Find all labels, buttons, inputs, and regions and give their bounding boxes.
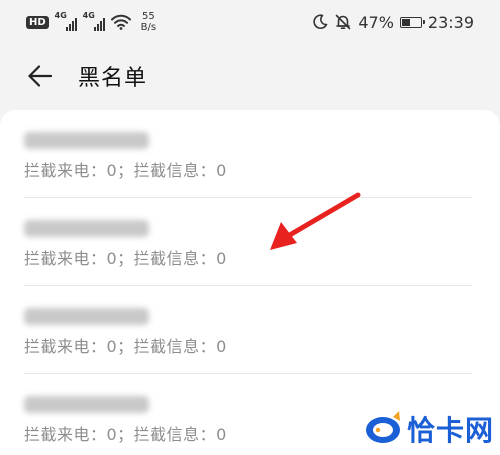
blurred-phone-number — [24, 220, 149, 237]
hd-label: HD — [29, 16, 46, 28]
blurred-phone-number — [24, 308, 149, 325]
bell-off-icon — [336, 14, 351, 30]
watermark-logo-icon — [365, 411, 400, 443]
block-stats: 拦截来电：0；拦截信息：0 — [24, 249, 227, 268]
status-bar: HD 4G 4G 55 B/s 47% 23:39 — [0, 0, 500, 44]
wifi-icon — [110, 14, 131, 30]
blurred-phone-number — [24, 396, 149, 413]
app-header: 黑名单 — [0, 44, 500, 108]
blacklist-item[interactable]: 拦截来电：0；拦截信息：0 — [0, 198, 500, 286]
battery-percent: 47% — [358, 12, 394, 32]
status-right: 47% 23:39 — [312, 13, 474, 32]
hd-icon: HD — [26, 15, 49, 29]
watermark: 恰卡网 — [363, 409, 494, 449]
speed-value: 55 — [142, 11, 155, 22]
signal-icon: 4G — [83, 12, 105, 31]
signal-icon: 4G — [55, 12, 77, 31]
block-stats: 拦截来电：0；拦截信息：0 — [24, 161, 227, 180]
blurred-phone-number — [24, 132, 149, 149]
clock: 23:39 — [427, 12, 474, 32]
status-left: HD 4G 4G 55 B/s — [26, 11, 156, 33]
watermark-text: 恰卡网 — [406, 414, 494, 447]
blacklist-item[interactable]: 拦截来电：0；拦截信息：0 — [0, 286, 500, 374]
battery-icon — [399, 16, 425, 28]
back-button[interactable] — [24, 60, 56, 92]
page-title: 黑名单 — [78, 66, 148, 91]
blacklist-item[interactable]: 拦截来电：0；拦截信息：0 — [0, 110, 500, 198]
speed-unit: B/s — [140, 22, 157, 33]
moon-icon — [313, 14, 328, 29]
blacklist-card: 拦截来电：0；拦截信息：0 拦截来电：0；拦截信息：0 拦截来电：0；拦截信息：… — [0, 110, 500, 455]
block-stats: 拦截来电：0；拦截信息：0 — [24, 337, 227, 356]
network-speed: 55 B/s — [141, 11, 156, 33]
block-stats: 拦截来电：0；拦截信息：0 — [24, 425, 227, 444]
arrow-left-icon — [28, 65, 53, 87]
